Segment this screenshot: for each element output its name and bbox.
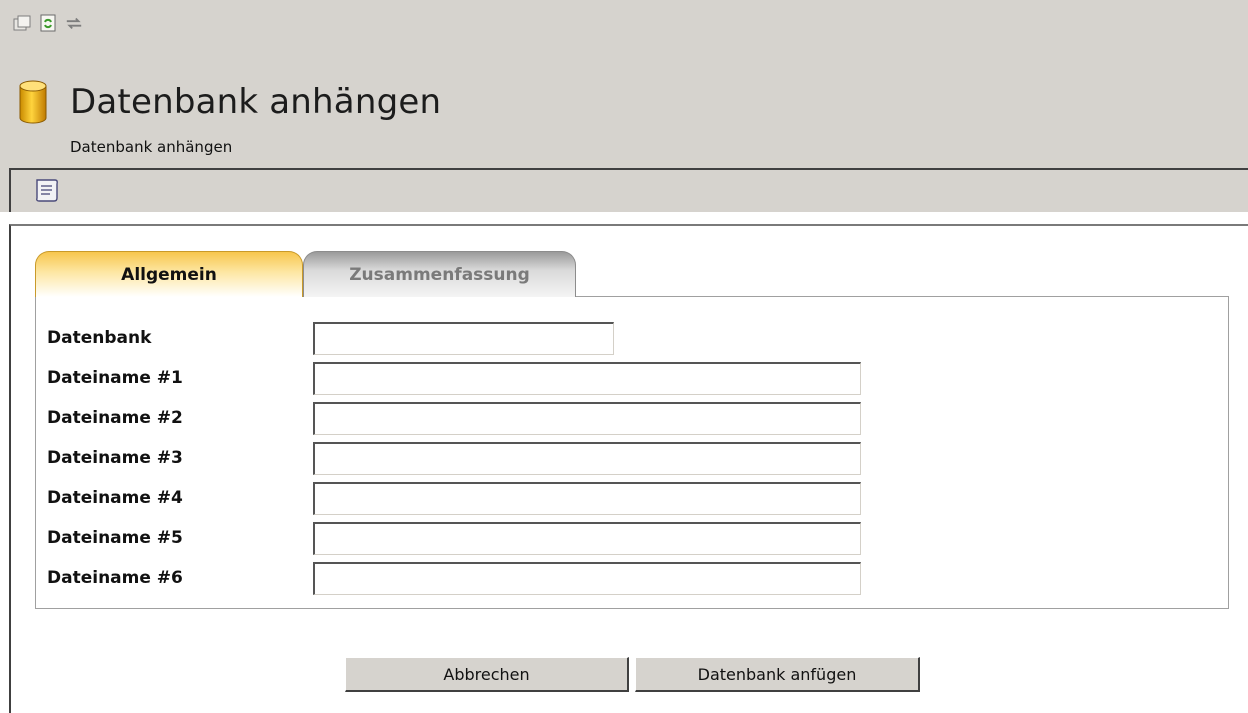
top-toolbar: [13, 14, 83, 32]
form-row-dateiname-4: Dateiname #4: [36, 481, 861, 515]
filename-1-input[interactable]: [313, 361, 861, 395]
field-label: Dateiname #4: [47, 488, 183, 508]
field-label: Datenbank: [47, 328, 152, 348]
form-row-dateiname-1: Dateiname #1: [36, 361, 861, 395]
form-row-datenbank: Datenbank: [36, 321, 614, 355]
filename-4-input[interactable]: [313, 481, 861, 515]
form-row-dateiname-6: Dateiname #6: [36, 561, 861, 595]
sync-icon[interactable]: [65, 14, 83, 32]
script-icon[interactable]: [33, 176, 61, 204]
page-title: Datenbank anhängen: [70, 82, 442, 122]
secondary-toolbar: [9, 168, 1248, 212]
refresh-icon[interactable]: [39, 14, 57, 32]
field-label: Dateiname #1: [47, 368, 183, 388]
page-subtitle: Datenbank anhängen: [70, 138, 233, 156]
database-icon: [18, 80, 58, 124]
form-row-dateiname-2: Dateiname #2: [36, 401, 861, 435]
field-label: Dateiname #5: [47, 528, 183, 548]
field-label: Dateiname #2: [47, 408, 183, 428]
tab-zusammenfassung[interactable]: Zusammenfassung: [303, 251, 576, 297]
attach-database-button[interactable]: Datenbank anfügen: [635, 657, 920, 692]
filename-6-input[interactable]: [313, 561, 861, 595]
export-icon[interactable]: [13, 14, 31, 32]
top-header-area: Datenbank anhängen Datenbank anhängen: [0, 0, 1248, 212]
form-panel: Datenbank Dateiname #1 Dateiname #2 Date…: [35, 296, 1229, 609]
filename-5-input[interactable]: [313, 521, 861, 555]
tab-allgemein[interactable]: Allgemein: [35, 251, 303, 297]
form-row-dateiname-3: Dateiname #3: [36, 441, 861, 475]
field-label: Dateiname #6: [47, 568, 183, 588]
database-name-input[interactable]: [313, 321, 614, 355]
field-label: Dateiname #3: [47, 448, 183, 468]
form-row-dateiname-5: Dateiname #5: [36, 521, 861, 555]
filename-2-input[interactable]: [313, 401, 861, 435]
cancel-button[interactable]: Abbrechen: [345, 657, 629, 692]
filename-3-input[interactable]: [313, 441, 861, 475]
page-header: Datenbank anhängen: [18, 80, 441, 124]
